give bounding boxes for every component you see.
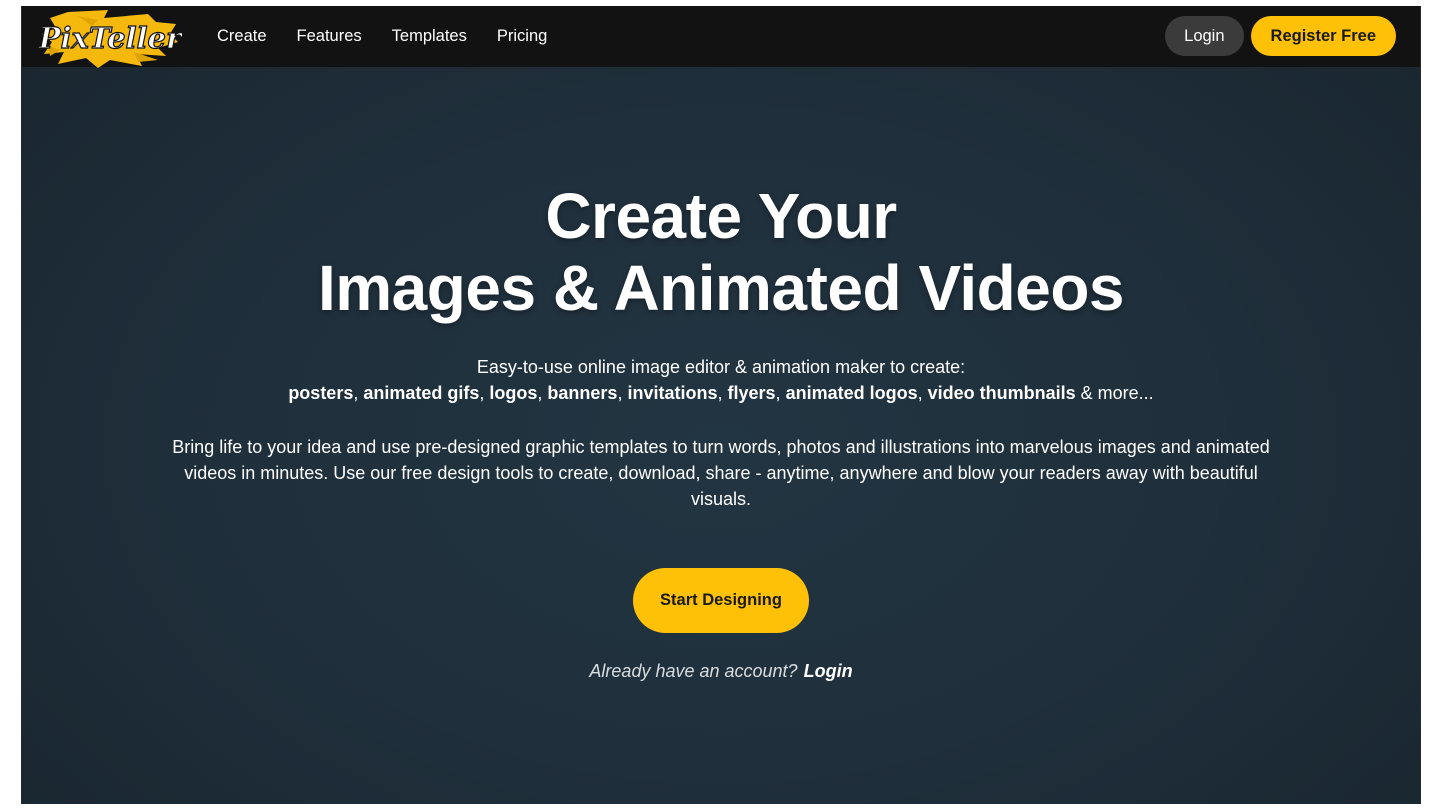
hero-description: Bring life to your idea and use pre-desi… xyxy=(172,437,1270,509)
type-item: animated logos xyxy=(785,383,918,403)
logo-icon: PixTeller xyxy=(38,10,182,68)
pixteller-logo[interactable]: PixTeller xyxy=(38,8,182,68)
nav-templates[interactable]: Templates xyxy=(392,27,467,46)
type-item: posters xyxy=(288,383,354,403)
hero-subtitle: Easy-to-use online image editor & animat… xyxy=(476,357,966,377)
already-account-text: Already have an account? xyxy=(589,661,798,681)
login-button[interactable]: Login xyxy=(1165,16,1244,56)
design-types-list: posters, animated gifs, logos, banners, … xyxy=(288,383,1154,403)
existing-account-prompt: Already have an account? Login xyxy=(22,661,1420,682)
nav-actions: Login Register Free xyxy=(1165,16,1396,56)
hero-title-line2: Images & Animated Videos xyxy=(317,252,1125,324)
nav-create[interactable]: Create xyxy=(217,27,267,46)
hero-title-line1: Create Your xyxy=(545,180,897,252)
type-item: logos xyxy=(489,383,538,403)
hero-section: Create Your Images & Animated Videos Eas… xyxy=(22,67,1420,682)
nav-pricing[interactable]: Pricing xyxy=(497,27,547,46)
logo-wordmark: PixTeller xyxy=(38,21,182,55)
hero-title: Create Your Images & Animated Videos xyxy=(22,180,1420,324)
register-free-button[interactable]: Register Free xyxy=(1250,16,1396,56)
nav-features[interactable]: Features xyxy=(297,27,362,46)
type-item: video thumbnails xyxy=(927,383,1076,403)
start-designing-button[interactable]: Start Designing xyxy=(633,568,809,633)
type-item: banners xyxy=(547,383,618,403)
top-navbar: PixTeller Create Features Templates Pric… xyxy=(22,6,1420,68)
browser-viewport: PixTeller Create Features Templates Pric… xyxy=(21,6,1421,804)
main-nav: Create Features Templates Pricing xyxy=(217,6,577,67)
hero-login-link[interactable]: Login xyxy=(804,661,853,681)
type-item: animated gifs xyxy=(363,383,480,403)
type-item: flyers xyxy=(727,383,776,403)
types-suffix: & more... xyxy=(1080,383,1154,403)
type-item: invitations xyxy=(627,383,718,403)
